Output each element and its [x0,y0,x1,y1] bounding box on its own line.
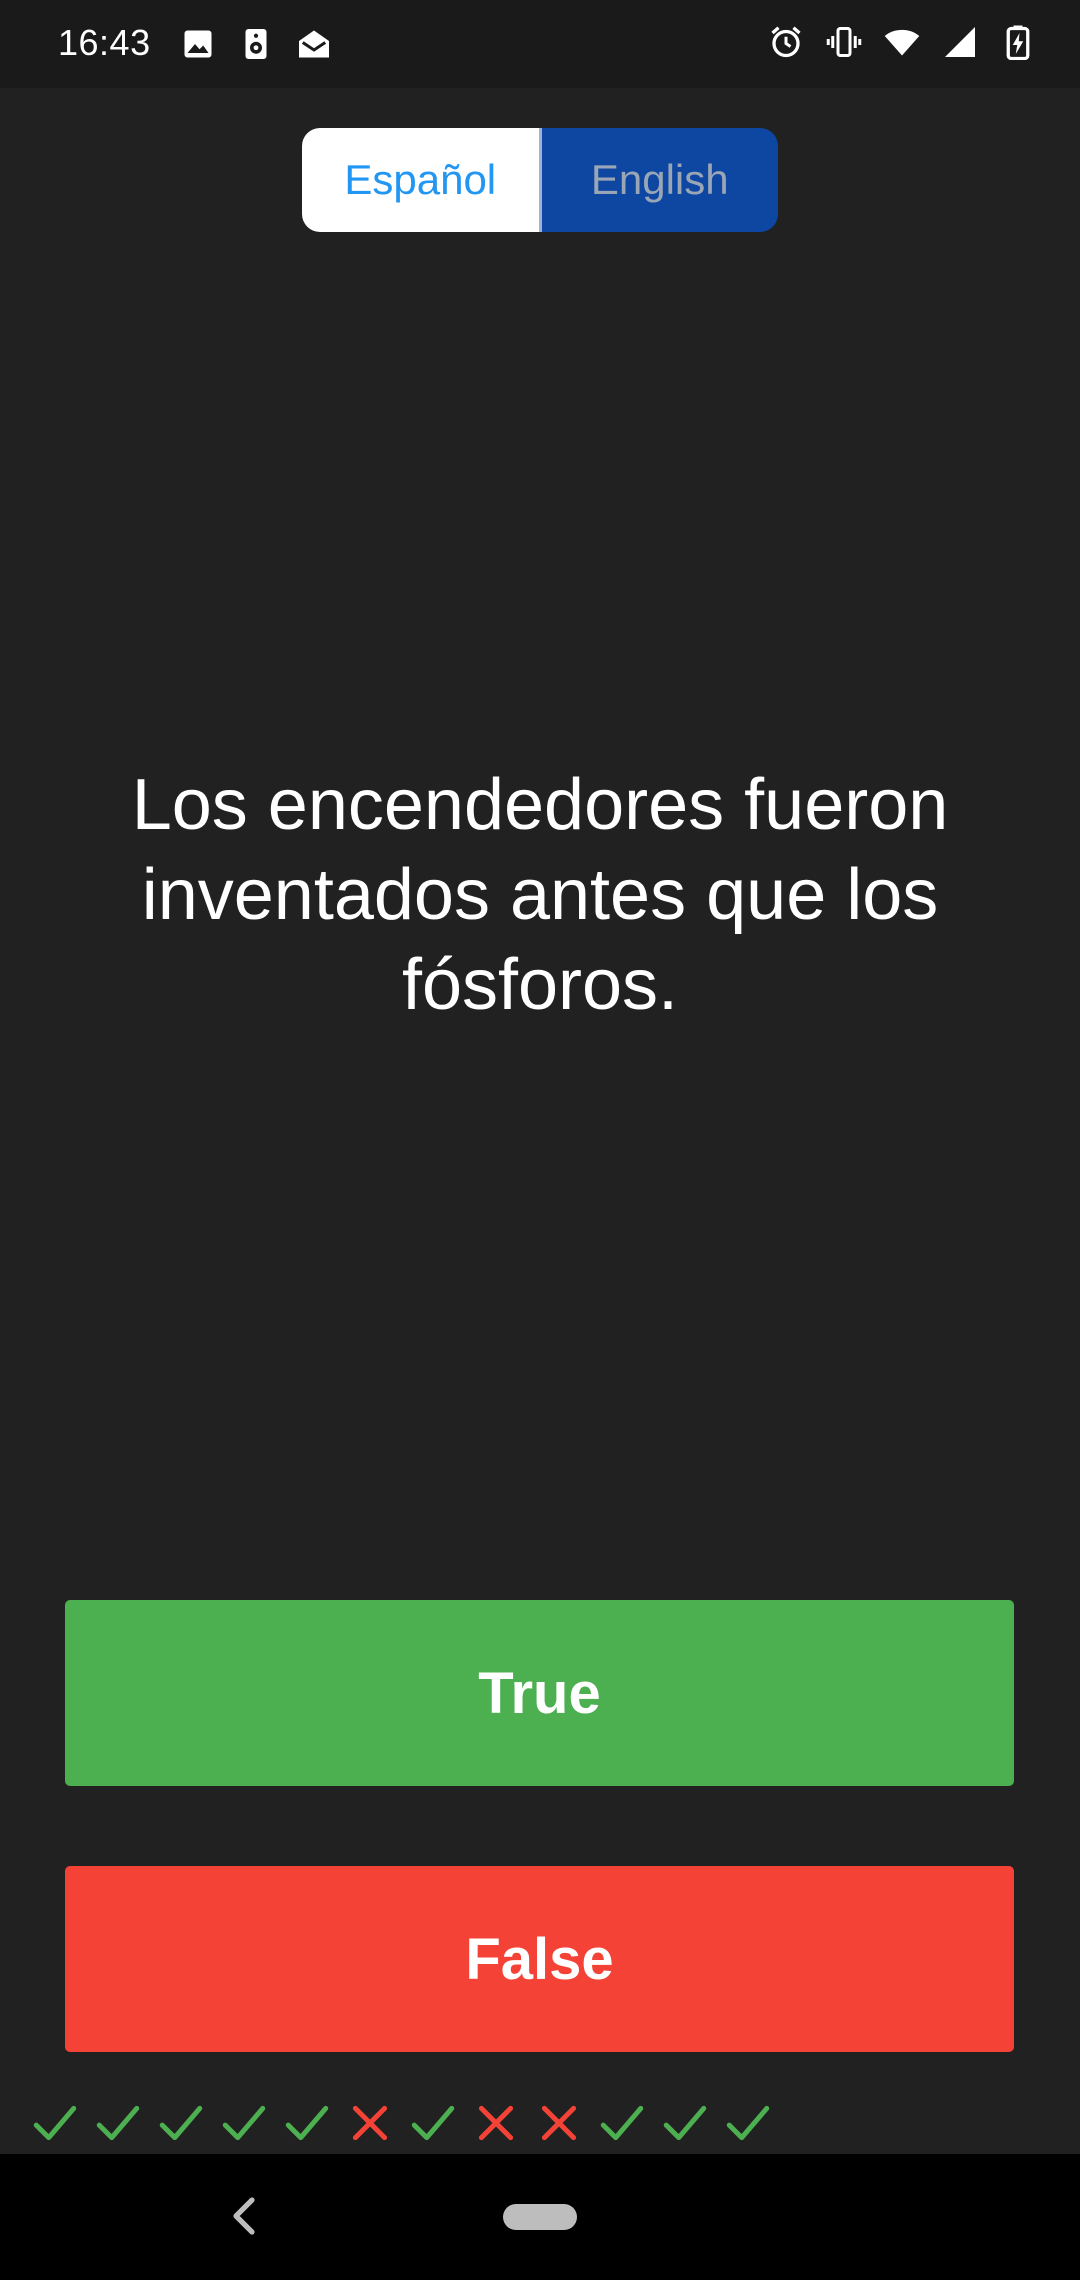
home-pill-icon[interactable] [503,2204,577,2230]
vibrate-icon [826,27,862,57]
true-button[interactable]: True [65,1600,1014,1786]
check-mark-icon [411,2105,455,2141]
system-icons [768,24,1036,60]
battery-charging-icon [1006,25,1030,60]
status-time: 16:43 [58,22,151,63]
language-option-spanish[interactable]: Español [302,128,542,232]
language-toggle: Español English [302,128,778,232]
speaker-icon [245,29,267,59]
check-mark-icon [663,2105,707,2141]
navigation-bar [0,2154,1080,2280]
question-text: Los encendedores fueron inventados antes… [131,765,949,1025]
cross-mark-icon [541,2105,577,2141]
mail-open-icon [299,30,329,58]
wifi-icon [884,29,920,56]
check-mark-icon [222,2105,266,2141]
cross-mark-icon [478,2105,514,2141]
check-mark-icon [96,2105,140,2141]
image-icon [184,30,212,58]
alarm-icon [771,26,801,58]
status-bar: 16:43 [0,0,1080,88]
back-icon[interactable] [228,2194,260,2238]
check-mark-icon [159,2105,203,2141]
answer-history [30,2098,773,2150]
check-mark-icon [285,2105,329,2141]
cross-mark-icon [352,2105,388,2141]
notification-icons [180,26,332,62]
false-button[interactable]: False [65,1866,1014,2052]
check-mark-icon [726,2105,770,2141]
app-screen: 16:43 Español English Los encendedores f… [0,0,1080,2280]
language-option-english[interactable]: English [541,128,778,232]
cell-signal-icon [945,27,975,57]
check-mark-icon [600,2105,644,2141]
check-mark-icon [33,2105,77,2141]
